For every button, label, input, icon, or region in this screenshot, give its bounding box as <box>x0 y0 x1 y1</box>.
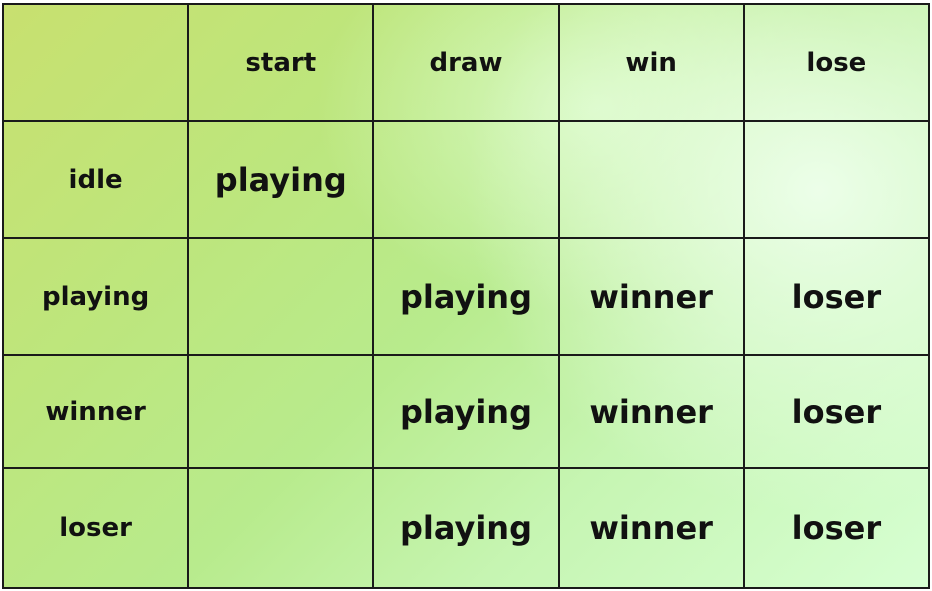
header-row: start draw win lose <box>1 3 931 122</box>
table-cell <box>187 354 375 469</box>
table-cell <box>557 120 745 239</box>
column-header-start: start <box>187 3 375 122</box>
table-cell <box>742 120 931 239</box>
column-header-lose: lose <box>742 3 931 122</box>
table-row: winner playing winner loser <box>1 354 931 469</box>
table-cell: playing <box>372 467 560 589</box>
transition-table-canvas: start draw win lose idle playing playing… <box>1 3 931 589</box>
column-header-win: win <box>557 3 745 122</box>
table-cell: winner <box>557 467 745 589</box>
column-header-draw: draw <box>372 3 560 122</box>
table-cell: loser <box>742 467 931 589</box>
table-cell: loser <box>742 237 931 356</box>
table-cell <box>187 237 375 356</box>
row-header-idle: idle <box>1 120 190 239</box>
table-cell: loser <box>742 354 931 469</box>
table-cell: playing <box>372 354 560 469</box>
table-cell <box>372 120 560 239</box>
row-header-winner: winner <box>1 354 190 469</box>
state-transition-table: start draw win lose idle playing playing… <box>1 3 931 589</box>
corner-cell <box>1 3 190 122</box>
table-row: loser playing winner loser <box>1 467 931 589</box>
table-cell <box>187 467 375 589</box>
row-header-loser: loser <box>1 467 190 589</box>
row-header-playing: playing <box>1 237 190 356</box>
table-cell: playing <box>187 120 375 239</box>
table-cell: playing <box>372 237 560 356</box>
table-cell: winner <box>557 354 745 469</box>
table-cell: winner <box>557 237 745 356</box>
table-row: idle playing <box>1 120 931 239</box>
table-row: playing playing winner loser <box>1 237 931 356</box>
